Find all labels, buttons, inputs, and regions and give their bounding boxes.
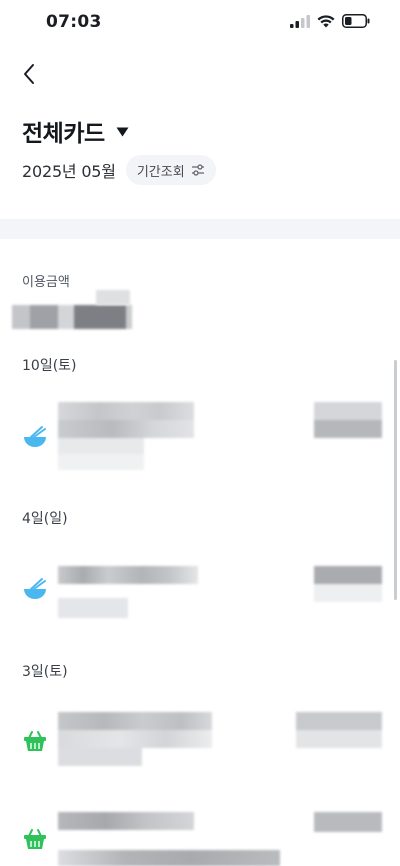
transaction-detail-redacted — [58, 402, 194, 470]
transaction-amount-redacted — [314, 812, 382, 832]
transaction-amount-redacted — [314, 566, 382, 602]
transaction-item[interactable] — [0, 400, 400, 472]
date-header: 4일(일) — [22, 511, 68, 527]
transaction-item[interactable] — [0, 808, 400, 866]
transaction-item[interactable] — [0, 562, 400, 622]
transaction-amount-redacted — [296, 712, 382, 748]
battery-icon — [342, 14, 370, 28]
period-search-button[interactable]: 기간조회 — [125, 155, 216, 185]
wifi-icon — [317, 14, 335, 27]
transaction-detail-redacted — [58, 712, 212, 778]
caret-down-icon — [116, 127, 129, 137]
transaction-item[interactable] — [0, 710, 400, 782]
bowl-chopsticks-icon — [24, 426, 46, 447]
shopping-basket-icon — [24, 829, 46, 849]
cellular-signal-icon — [290, 14, 310, 28]
amount-value-redacted — [12, 305, 132, 329]
date-header: 3일(토) — [22, 664, 68, 680]
bowl-chopsticks-icon — [24, 578, 46, 599]
status-time: 07:03 — [46, 12, 102, 32]
section-divider — [0, 219, 400, 239]
status-bar: 07:03 — [0, 0, 400, 46]
amount-value-redacted-top — [96, 290, 130, 305]
page-title: 전체카드 — [22, 121, 105, 147]
period-label: 2025년 05월 — [22, 162, 116, 181]
transaction-detail-redacted — [58, 812, 280, 866]
transaction-amount-redacted — [314, 402, 382, 438]
scrollbar[interactable] — [394, 360, 397, 600]
filter-sliders-icon — [191, 164, 204, 176]
status-icons — [290, 14, 370, 28]
date-header: 10일(토) — [22, 358, 77, 374]
amount-label: 이용금액 — [22, 275, 70, 290]
card-selector[interactable]: 전체카드 — [22, 114, 129, 148]
period-row: 2025년 05월 기간조회 — [22, 155, 216, 185]
transaction-detail-redacted — [58, 566, 212, 618]
back-button[interactable] — [14, 58, 44, 90]
period-search-label: 기간조회 — [136, 164, 185, 180]
shopping-basket-icon — [24, 731, 46, 751]
chevron-left-icon — [24, 64, 34, 84]
